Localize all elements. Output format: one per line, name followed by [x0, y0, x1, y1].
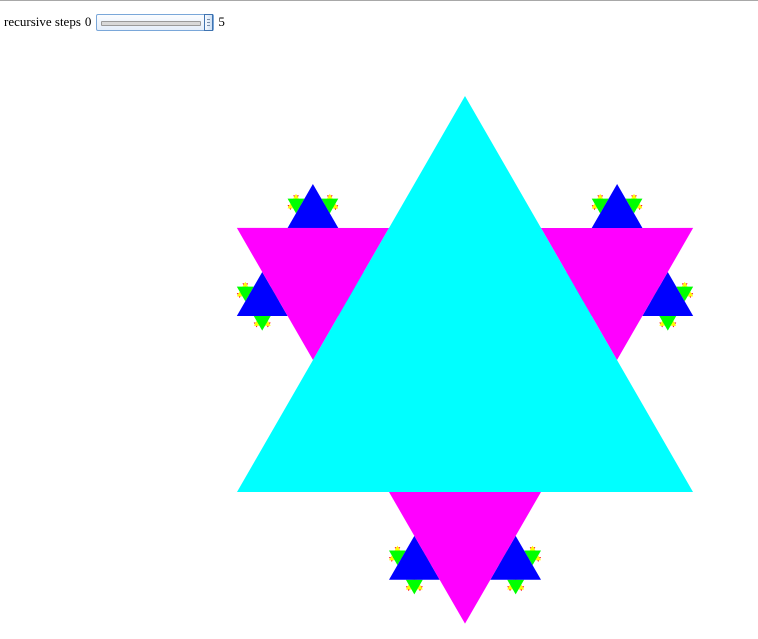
- fractal-triangle-level-5: [520, 589, 523, 592]
- fractal-triangle-level-5: [537, 560, 540, 562]
- fractal-triangle-level-5: [238, 296, 241, 299]
- koch-fractal-canvas: [236, 96, 694, 624]
- fractal-triangle-level-5: [509, 589, 511, 592]
- fractal-triangle-level-5: [672, 325, 675, 328]
- fractal-triangle-level-5: [334, 208, 337, 211]
- fractal-triangle-level-5: [407, 589, 410, 592]
- fractal-triangle-level-5: [661, 325, 664, 328]
- fractal-triangle-level-5: [289, 208, 292, 211]
- fractal-triangle-level-5: [419, 589, 421, 592]
- fractal-triangle-level-5: [266, 325, 269, 328]
- fractal-triangle-level-5: [689, 296, 692, 299]
- fractal-triangle-level-5: [593, 208, 596, 211]
- fractal-triangle-level-5: [638, 208, 641, 211]
- fractal-triangle-level-5: [255, 325, 258, 328]
- fractal-triangle-level-5: [390, 560, 393, 562]
